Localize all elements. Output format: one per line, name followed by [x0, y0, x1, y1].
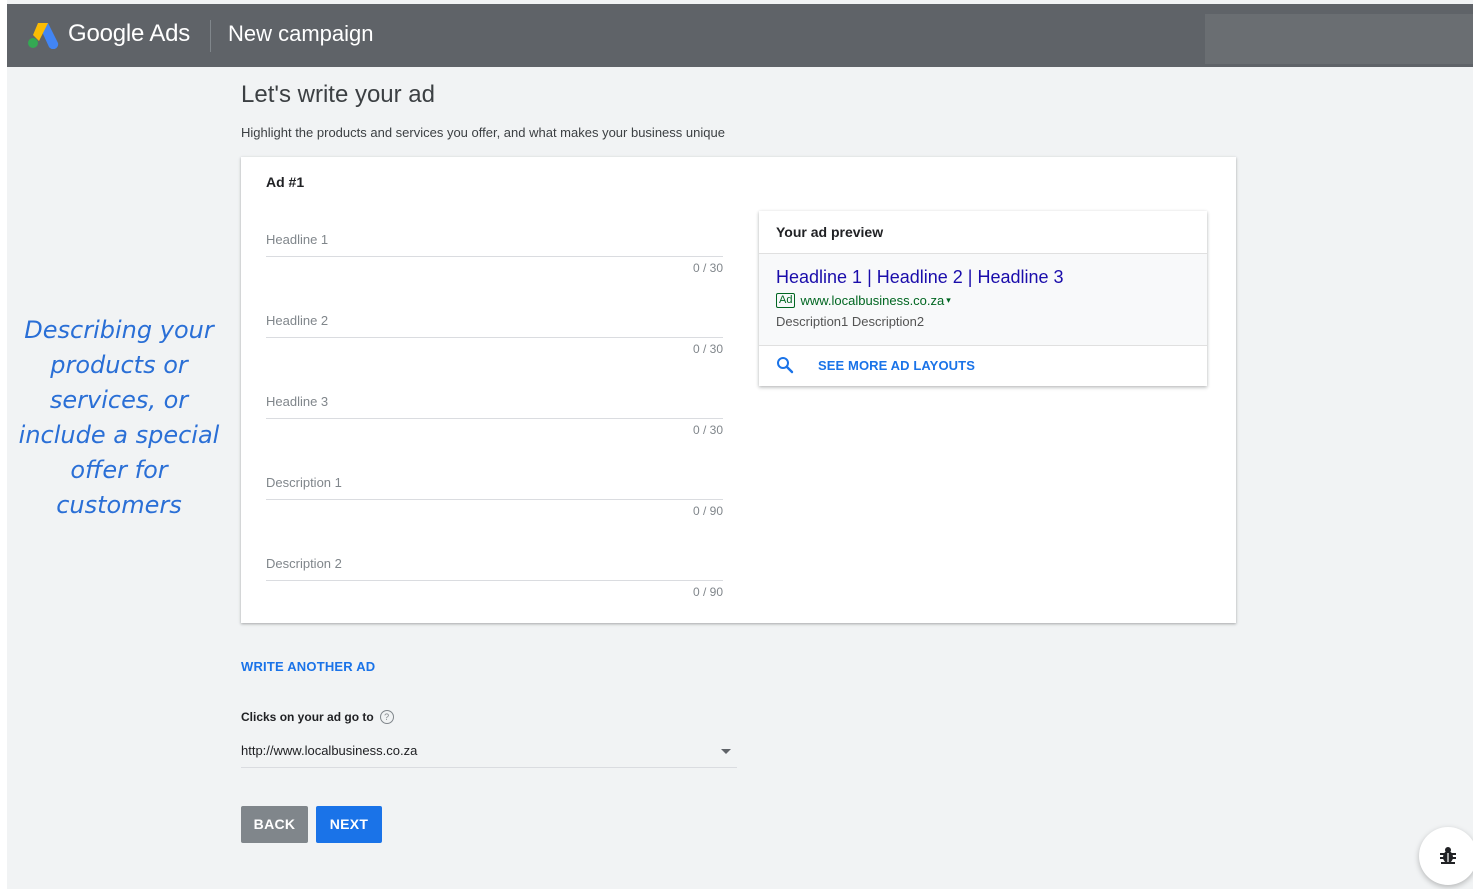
dropdown-arrow-icon — [721, 749, 731, 754]
description-1-field[interactable]: Description 1 0 / 90 — [266, 475, 723, 535]
field-label: Headline 2 — [266, 313, 329, 328]
ad-preview-panel: Your ad preview Headline 1 | Headline 2 … — [759, 211, 1207, 386]
headline-1-field[interactable]: Headline 1 0 / 30 — [266, 232, 723, 292]
field-underline — [266, 418, 723, 419]
char-counter: 0 / 30 — [692, 261, 723, 275]
annotation-line: products or — [50, 351, 188, 379]
top-app-bar: Google Ads New campaign — [7, 4, 1473, 67]
brand-name: Google Ads — [68, 20, 191, 47]
field-label: Description 1 — [266, 475, 342, 490]
back-button[interactable]: BACK — [241, 806, 308, 843]
field-underline — [266, 580, 723, 581]
write-another-ad-link[interactable]: WRITE ANOTHER AD — [241, 659, 375, 674]
char-counter: 0 / 30 — [692, 342, 723, 356]
section-subheading: Highlight the products and services you … — [241, 125, 725, 140]
preview-description: Description1 Description2 — [776, 314, 925, 329]
bug-icon — [1440, 847, 1456, 864]
headline-2-field[interactable]: Headline 2 0 / 30 — [266, 313, 723, 373]
field-label: Headline 1 — [266, 232, 329, 247]
see-more-layouts-button[interactable]: SEE MORE AD LAYOUTS — [776, 356, 975, 374]
preview-url-row: Ad www.localbusiness.co.za ▾ — [776, 293, 951, 308]
annotation-line: services, or — [49, 386, 189, 414]
handwritten-annotation: Describing your products or services, or… — [6, 313, 232, 523]
header-right-area — [1205, 14, 1473, 64]
header-divider — [210, 20, 211, 52]
preview-body: Headline 1 | Headline 2 | Headline 3 Ad … — [759, 253, 1207, 346]
annotation-line: offer for — [70, 456, 168, 484]
annotation-line: Describing your — [24, 316, 214, 344]
ad-badge: Ad — [776, 293, 796, 308]
final-url-dropdown[interactable]: http://www.localbusiness.co.za — [241, 743, 737, 768]
final-url-value: http://www.localbusiness.co.za — [241, 743, 418, 758]
final-url-label: Clicks on your ad go to ? — [241, 710, 394, 724]
next-button[interactable]: NEXT — [316, 806, 382, 843]
section-heading: Let's write your ad — [241, 81, 436, 108]
field-label: Description 2 — [266, 556, 342, 571]
ad-card: Ad #1 Headline 1 0 / 30 Headline 2 0 / 3… — [241, 157, 1236, 623]
char-counter: 0 / 30 — [692, 423, 723, 437]
field-label: Headline 3 — [266, 394, 329, 409]
annotation-line: customers — [56, 491, 182, 519]
field-underline — [266, 256, 723, 257]
caret-down-icon: ▾ — [946, 295, 951, 305]
description-2-field[interactable]: Description 2 0 / 90 — [266, 556, 723, 616]
preview-display-url: www.localbusiness.co.za — [800, 293, 945, 308]
help-icon[interactable]: ? — [379, 710, 394, 724]
feedback-bug-button[interactable] — [1419, 827, 1473, 885]
field-underline — [266, 499, 723, 500]
headline-3-field[interactable]: Headline 3 0 / 30 — [266, 394, 723, 454]
google-ads-logo — [28, 23, 59, 49]
annotation-line: include a special — [18, 421, 220, 449]
field-underline — [266, 337, 723, 338]
char-counter: 0 / 90 — [692, 585, 723, 599]
search-icon — [777, 357, 794, 374]
page-title: New campaign — [228, 21, 374, 46]
ad-number-label: Ad #1 — [266, 174, 305, 190]
preview-headline: Headline 1 | Headline 2 | Headline 3 — [776, 267, 1064, 287]
preview-title: Your ad preview — [776, 224, 884, 240]
see-more-layouts-label: SEE MORE AD LAYOUTS — [818, 357, 975, 373]
final-url-label-text: Clicks on your ad go to — [241, 710, 374, 724]
char-counter: 0 / 90 — [692, 504, 723, 518]
